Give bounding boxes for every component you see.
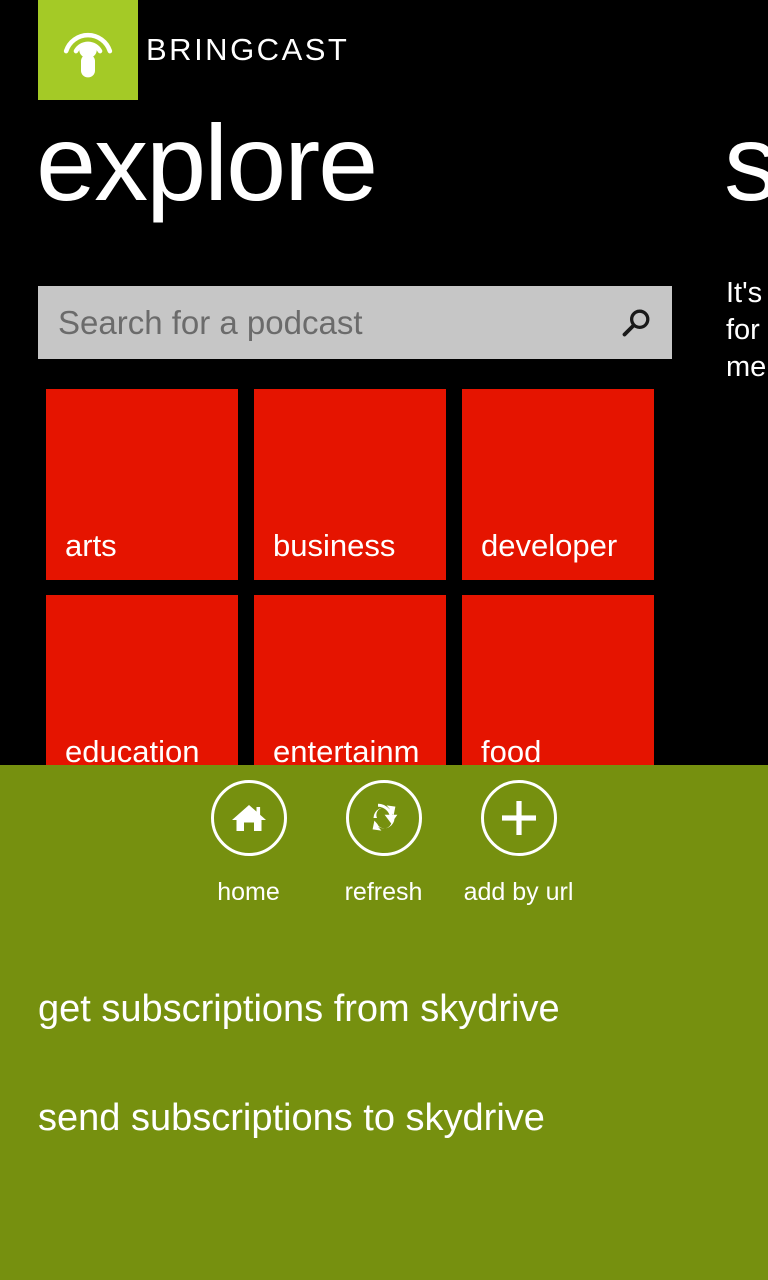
category-tile[interactable]: developer [462, 389, 654, 580]
category-tile-label: education [65, 734, 200, 769]
category-tile-label: business [273, 528, 396, 563]
category-tile-label: entertainm [273, 734, 420, 769]
menu-item-get-subscriptions[interactable]: get subscriptions from skydrive [0, 955, 768, 1064]
category-tile[interactable]: arts [46, 389, 238, 580]
refresh-button[interactable]: refresh [316, 780, 451, 907]
search-box[interactable] [38, 286, 672, 359]
add-by-url-button[interactable]: add by url [451, 780, 586, 907]
pivot-title-explore[interactable]: explore [36, 104, 378, 222]
app-title: BRINGCAST [146, 32, 350, 67]
add-by-url-button-label: add by url [463, 878, 574, 906]
peek-line-2: for [726, 314, 760, 346]
next-pivot-peek-text: It's for me [726, 275, 768, 386]
application-bar: home refresh add by url get subscription… [0, 765, 768, 1280]
plus-icon [480, 780, 557, 856]
phone-screen: BRINGCAST explore s It's for me arts bus… [0, 0, 768, 1280]
podcast-icon [53, 15, 123, 85]
peek-line-1: It's [726, 277, 763, 309]
home-icon [210, 780, 287, 856]
search-input[interactable] [38, 303, 600, 342]
category-tile-label: food [481, 734, 542, 769]
appbar-menu: get subscriptions from skydrive send sub… [0, 955, 768, 1173]
home-button-label: home [217, 878, 280, 906]
menu-item-send-subscriptions[interactable]: send subscriptions to skydrive [0, 1064, 768, 1173]
app-logo-tile [38, 0, 138, 100]
search-icon [619, 306, 653, 340]
peek-line-3: me [726, 351, 767, 383]
refresh-button-label: refresh [344, 878, 423, 906]
category-tile[interactable]: business [254, 389, 446, 580]
category-tile-label: arts [65, 528, 117, 563]
category-tile[interactable]: entertainm [254, 595, 446, 786]
app-header: BRINGCAST [0, 0, 768, 100]
category-tile[interactable]: education [46, 595, 238, 786]
search-button[interactable] [600, 286, 672, 359]
category-tile-grid: arts business developer education entert… [46, 389, 670, 786]
appbar-button-row: home refresh add by url [0, 780, 768, 907]
home-button[interactable]: home [181, 780, 316, 907]
refresh-icon [345, 780, 422, 856]
pivot-title-next-peek[interactable]: s [724, 104, 768, 222]
category-tile[interactable]: food [462, 595, 654, 786]
category-tile-label: developer [481, 528, 618, 563]
